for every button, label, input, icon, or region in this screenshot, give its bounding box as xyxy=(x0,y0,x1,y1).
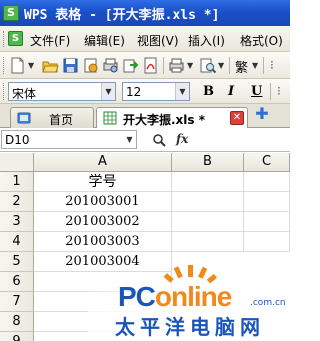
format-toolbar-grip[interactable] xyxy=(3,83,4,100)
pdf-icon[interactable] xyxy=(142,57,159,74)
export-icon[interactable] xyxy=(122,57,139,74)
new-dropdown-icon[interactable]: ▼ xyxy=(28,61,34,70)
bold-button[interactable]: B xyxy=(203,84,214,99)
print-preview-icon[interactable] xyxy=(102,57,119,74)
watermark-brand-pc: PC xyxy=(118,281,156,312)
menu-edit[interactable]: 编辑(E) xyxy=(84,32,125,49)
traditional-dropdown-icon[interactable]: ▼ xyxy=(252,61,258,70)
menu-format[interactable]: 格式(O) xyxy=(240,32,283,49)
pconline-watermark: PConline .com.cn 太平洋电脑网 xyxy=(88,265,290,341)
underline-button[interactable]: U xyxy=(251,84,262,99)
toolbar-separator xyxy=(163,57,164,74)
chevron-down-icon[interactable]: ▼ xyxy=(123,131,136,148)
cell-b1[interactable] xyxy=(172,172,244,192)
permission-icon[interactable] xyxy=(82,57,99,74)
cell-c1[interactable] xyxy=(244,172,290,192)
chevron-down-icon[interactable]: ▼ xyxy=(101,83,115,100)
cell-c3[interactable] xyxy=(244,212,290,232)
row-header[interactable]: 5 xyxy=(0,252,34,272)
chevron-down-icon[interactable]: ▼ xyxy=(175,83,189,100)
window-title: WPS 表格 - [开大李振.xls *] xyxy=(24,8,220,23)
toolbar-separator xyxy=(263,57,264,74)
menu-bar: S 文件(F) 编辑(E) 视图(V) 插入(I) 格式(O) xyxy=(0,26,290,52)
format-toolbar: 宋体 ▼ 12 ▼ B I U ⁝ xyxy=(0,79,290,104)
cell-c2[interactable] xyxy=(244,192,290,212)
font-size-value: 12 xyxy=(126,85,142,99)
column-header-c[interactable]: C xyxy=(244,153,290,172)
row-header[interactable]: 6 xyxy=(0,272,34,292)
row-header[interactable]: 3 xyxy=(0,212,34,232)
row-header[interactable]: 8 xyxy=(0,312,34,332)
cell-b3[interactable] xyxy=(172,212,244,232)
print-icon[interactable] xyxy=(168,57,185,74)
watermark-domain: .com.cn xyxy=(250,298,286,308)
find-icon[interactable] xyxy=(199,57,216,74)
menu-file[interactable]: 文件(F) xyxy=(30,32,70,49)
name-box-value: D10 xyxy=(5,133,30,147)
insert-function-icon[interactable]: fx xyxy=(176,132,188,146)
cell-c4[interactable] xyxy=(244,232,290,252)
formula-bar: D10 ▼ fx xyxy=(0,128,290,152)
tab-home[interactable]: 首页 xyxy=(10,107,94,128)
close-tab-icon[interactable]: ✕ xyxy=(230,111,244,125)
new-tab-icon[interactable]: ✚ xyxy=(254,106,270,122)
row-header[interactable]: 4 xyxy=(0,232,34,252)
cell-a3[interactable]: 201003002 xyxy=(34,212,172,232)
tab-home-label: 首页 xyxy=(49,113,74,127)
cell-a4[interactable]: 201003003 xyxy=(34,232,172,252)
row-header[interactable]: 1 xyxy=(0,172,34,192)
watermark-chinese-name: 太平洋电脑网 xyxy=(115,315,265,339)
save-icon[interactable] xyxy=(62,57,79,74)
toolbar-separator xyxy=(229,57,230,74)
toolbar-grip[interactable] xyxy=(3,57,4,74)
cell-a1[interactable]: 学号 xyxy=(34,172,172,192)
title-bar: S WPS 表格 - [开大李振.xls *] xyxy=(0,0,290,26)
tab-document[interactable]: 开大李振.xls * ✕ xyxy=(96,107,248,129)
cell-b4[interactable] xyxy=(172,232,244,252)
column-header-b[interactable]: B xyxy=(172,153,244,172)
app-menu-icon[interactable]: S xyxy=(8,31,23,46)
spreadsheet-file-icon xyxy=(103,111,117,125)
print-dropdown-icon[interactable]: ▼ xyxy=(187,61,193,70)
zoom-icon[interactable] xyxy=(152,133,166,147)
format-overflow-icon[interactable]: ⁝ xyxy=(277,84,281,98)
column-header-a[interactable]: A xyxy=(34,153,172,172)
tab-document-label: 开大李振.xls * xyxy=(123,113,206,127)
traditional-chinese-button[interactable]: 繁 xyxy=(235,57,248,76)
font-name-select[interactable]: 宋体 ▼ xyxy=(8,82,116,101)
font-name-value: 宋体 xyxy=(12,87,37,101)
cell-b2[interactable] xyxy=(172,192,244,212)
row-header[interactable]: 2 xyxy=(0,192,34,212)
menu-grip[interactable] xyxy=(3,31,6,47)
cell-a2[interactable]: 201003001 xyxy=(34,192,172,212)
watermark-brand-online: online xyxy=(154,281,232,312)
italic-button[interactable]: I xyxy=(228,84,234,99)
formula-input[interactable] xyxy=(196,130,289,149)
select-all-corner[interactable] xyxy=(0,153,34,172)
menu-view[interactable]: 视图(V) xyxy=(137,32,179,49)
document-tab-bar: 首页 开大李振.xls * ✕ xyxy=(0,104,290,129)
open-icon[interactable] xyxy=(42,57,59,74)
menu-insert[interactable]: 插入(I) xyxy=(188,32,225,49)
name-box[interactable]: D10 ▼ xyxy=(1,130,137,149)
toolbar-overflow-icon[interactable]: ⁝ xyxy=(270,58,274,72)
new-icon[interactable] xyxy=(9,57,26,74)
toolbar-separator xyxy=(270,83,271,100)
wps-logo-icon: S xyxy=(3,5,19,21)
watermark-brand: PConline xyxy=(118,281,232,313)
row-header[interactable]: 9 xyxy=(0,332,34,341)
home-tab-icon xyxy=(17,112,31,124)
row-header[interactable]: 7 xyxy=(0,292,34,312)
standard-toolbar: ▼ ▼ ▼ 繁 ▼ ⁝ xyxy=(0,52,290,79)
font-size-select[interactable]: 12 ▼ xyxy=(122,82,190,101)
find-dropdown-icon[interactable]: ▼ xyxy=(218,61,224,70)
